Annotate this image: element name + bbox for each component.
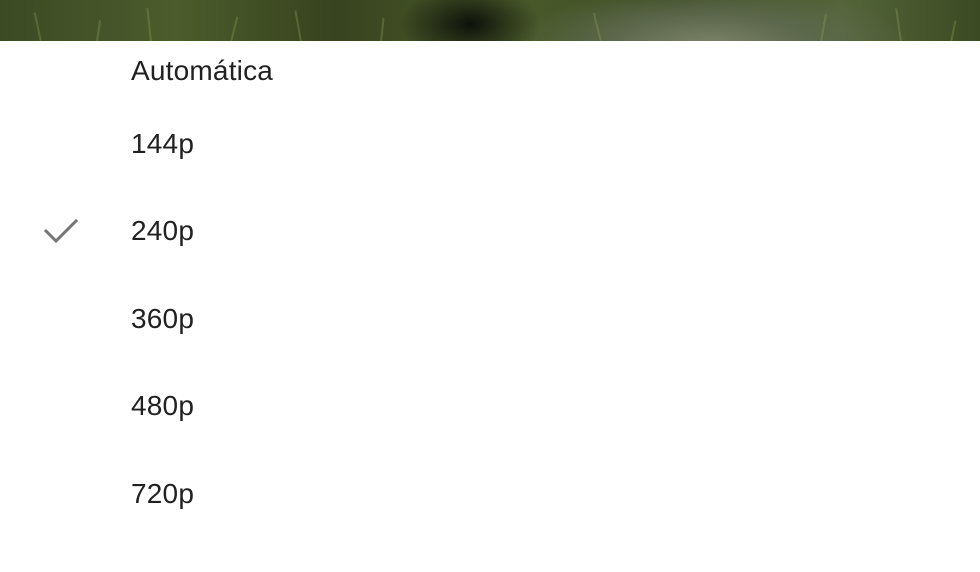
quality-picker-sheet: Automática 144p 240p 360p 480p 720p (0, 41, 980, 572)
check-slot (0, 363, 131, 451)
quality-options-list: Automática 144p 240p 360p 480p 720p (0, 41, 980, 538)
quality-option-360p[interactable]: 360p (0, 275, 980, 363)
checkmark-icon (44, 219, 78, 244)
check-slot (0, 41, 131, 100)
quality-option-480p[interactable]: 480p (0, 363, 980, 451)
quality-option-label: 480p (131, 390, 195, 422)
quality-option-label: 144p (131, 127, 195, 159)
quality-option-720p[interactable]: 720p (0, 450, 980, 538)
check-slot (0, 275, 131, 363)
quality-option-label: Automática (131, 54, 274, 86)
video-player-backdrop[interactable] (0, 0, 980, 42)
quality-option-label: 720p (131, 477, 195, 509)
quality-option-144p[interactable]: 144p (0, 100, 980, 188)
check-slot (0, 188, 131, 276)
check-slot (0, 100, 131, 188)
quality-option-auto[interactable]: Automática (0, 41, 980, 100)
quality-option-label: 360p (131, 302, 195, 334)
screen: Automática 144p 240p 360p 480p 720p (0, 0, 980, 572)
check-slot (0, 450, 131, 538)
quality-option-240p[interactable]: 240p (0, 188, 980, 276)
quality-option-label: 240p (131, 215, 195, 247)
